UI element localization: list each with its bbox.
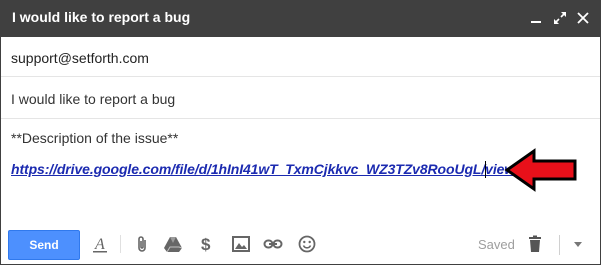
- svg-text:$: $: [201, 235, 211, 254]
- compose-titlebar[interactable]: I would like to report a bug: [1, 1, 600, 37]
- emoji-icon[interactable]: [297, 234, 317, 254]
- format-text-icon[interactable]: A: [90, 234, 110, 254]
- compose-window: I would like to report a bug support@set…: [0, 0, 601, 265]
- drive-icon[interactable]: [163, 234, 183, 254]
- to-field[interactable]: support@setforth.com: [1, 37, 600, 77]
- close-icon[interactable]: [574, 9, 592, 27]
- body-description-line: **Description of the issue**: [11, 130, 179, 146]
- link-icon[interactable]: [263, 234, 283, 254]
- saved-status: Saved: [478, 237, 515, 252]
- money-icon[interactable]: $: [197, 234, 217, 254]
- subject-text[interactable]: I would like to report a bug: [11, 91, 175, 107]
- attach-icon[interactable]: [132, 234, 152, 254]
- photo-icon[interactable]: [231, 234, 251, 254]
- expand-icon[interactable]: [551, 9, 569, 27]
- toolbar-divider: [559, 235, 560, 255]
- send-button[interactable]: Send: [8, 230, 80, 260]
- text-cursor: [485, 161, 486, 178]
- compose-title: I would like to report a bug: [12, 9, 191, 25]
- compose-toolbar: Send A $ Saved: [1, 227, 600, 265]
- toolbar-divider: [120, 235, 121, 253]
- subject-field[interactable]: I would like to report a bug: [1, 77, 600, 119]
- body-drive-link[interactable]: https://drive.google.com/file/d/1hInI41w…: [11, 161, 515, 177]
- trash-icon[interactable]: [525, 234, 545, 254]
- more-options-icon[interactable]: [568, 234, 588, 254]
- to-recipient[interactable]: support@setforth.com: [11, 50, 149, 66]
- svg-text:A: A: [94, 236, 105, 253]
- minimize-icon[interactable]: [527, 9, 545, 27]
- red-arrow-icon: [504, 148, 577, 192]
